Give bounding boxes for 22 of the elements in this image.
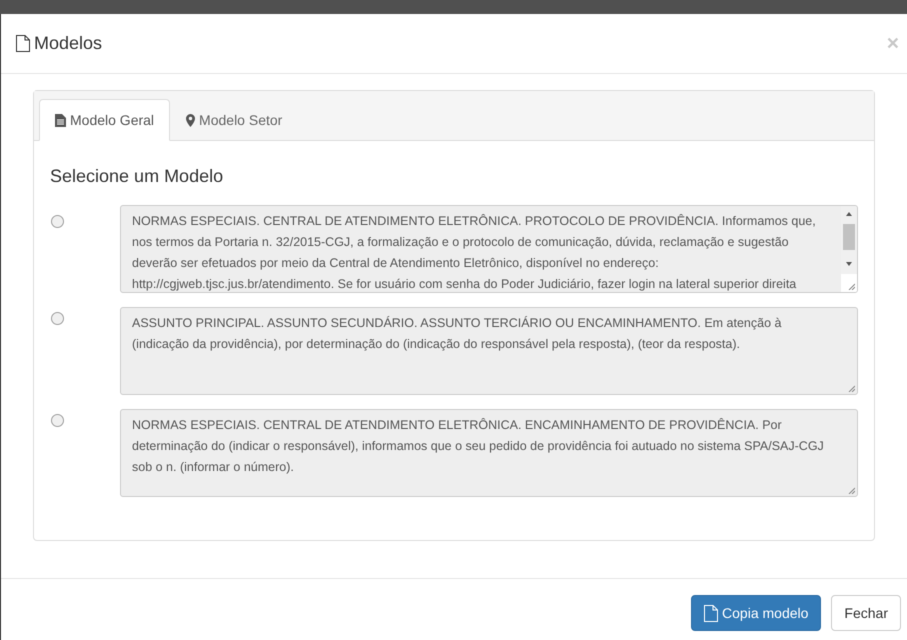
document-icon xyxy=(704,604,718,622)
map-pin-icon xyxy=(186,114,196,126)
tab[interactable]: Modelo Geral xyxy=(39,99,170,141)
model-text: NORMAS ESPECIAIS. CENTRAL DE ATENDIMENTO ELETRÔNICA. PROTOCOLO DE PROVIDÊNCIA. Informamos que, nos termos da Portaria n. 32/2015-CGJ, a formalização e o protocolo de comunicação, dúvida, reclamação e sugestão deverão ser efetuados por meio da Central de Atendimento Eletrônico, disponível no endereço: http://cgjweb.tjsc.jus.br/atendimento. Se for usuário com senha do Poder Judiciário, fazer login na lateral superior direita xyxy=(131,213,817,292)
model-text-area[interactable]: ASSUNTO PRINCIPAL. ASSUNTO SECUNDÁRIO. ASSUNTO TERCIÁRIO OU ENCAMINHAMENTO. Em atenção à (indicação da providência), por determinação do (indicação do responsável pela resposta), (teor da resposta). xyxy=(120,307,858,395)
document-icon xyxy=(55,114,66,126)
document-icon xyxy=(16,35,30,52)
tab[interactable]: Modelo Setor xyxy=(170,99,298,141)
resize-grip-icon[interactable] xyxy=(848,487,855,494)
dialog-title: Modelos xyxy=(34,32,102,55)
radio-button[interactable] xyxy=(51,414,64,427)
resize-grip-icon[interactable] xyxy=(848,283,855,290)
model-text-area[interactable] xyxy=(120,205,858,293)
model-text: NORMAS ESPECIAIS. CENTRAL DE ATENDIMENTO ELETRÔNICA. ENCAMINHAMENTO DE PROVIDÊNCIA. Por determinação do (indicar o responsável), informamos que o seu pedido de providência foi autuado no sistema SPA/SAJ-CGJ sob o n. (informar o número). xyxy=(131,417,825,476)
resize-grip-icon[interactable] xyxy=(848,385,855,392)
copy-button[interactable]: Copia modelo xyxy=(691,595,822,631)
model-text: ASSUNTO PRINCIPAL. ASSUNTO SECUNDÁRIO. ASSUNTO TERCIÁRIO OU ENCAMINHAMENTO. Em atenção à (indicação da providência), por determinação do (indicação do responsável pela resposta), (teor da resposta). xyxy=(131,315,782,353)
close-dialog-button[interactable]: Fechar xyxy=(831,595,901,631)
section-heading: Selecione um Modelo xyxy=(50,165,224,188)
radio-button[interactable] xyxy=(51,215,64,228)
radio-button[interactable] xyxy=(51,312,64,325)
model-text-area[interactable] xyxy=(120,409,858,497)
